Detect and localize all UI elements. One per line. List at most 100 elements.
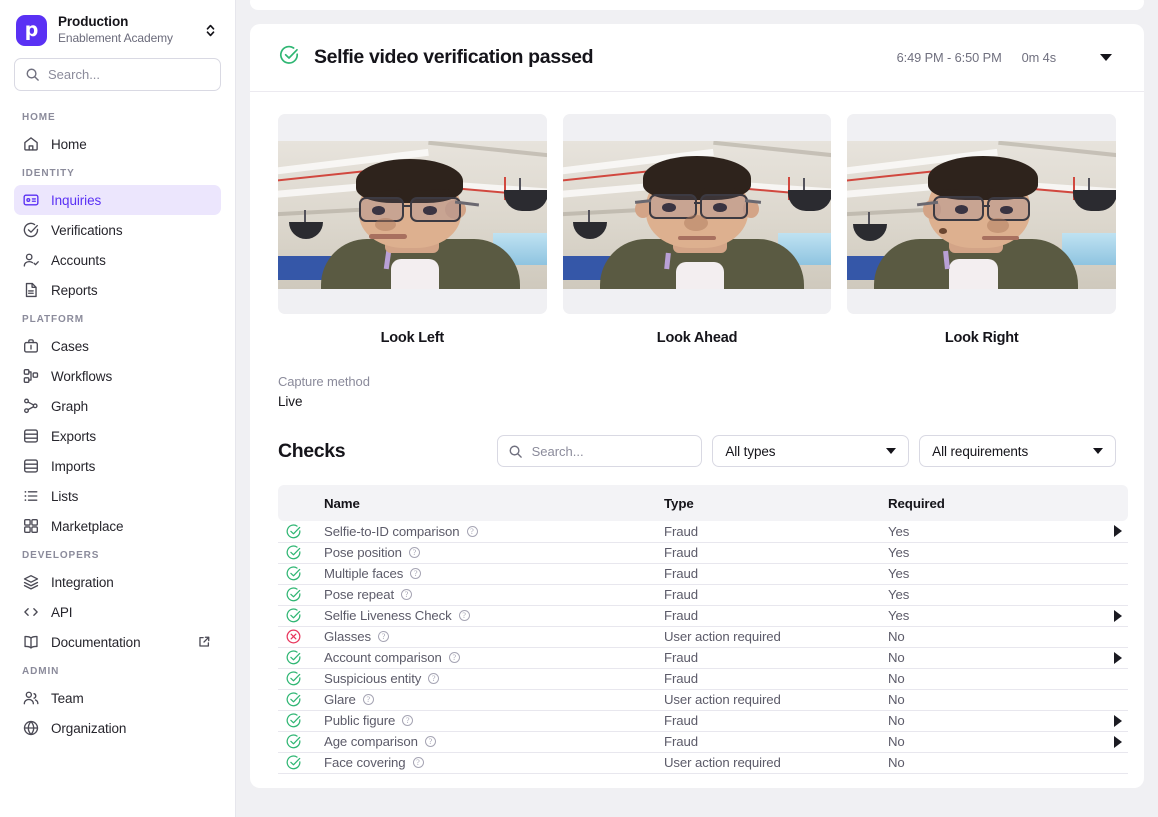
help-icon[interactable]: ? [402,715,414,726]
expand-row-icon[interactable] [1114,714,1122,727]
type-filter-select[interactable]: All types [712,435,910,467]
chevron-down-icon[interactable] [1100,54,1112,61]
sidebar-item-label: Workflows [51,368,113,384]
chevron-updown-icon[interactable] [204,23,219,38]
check-name: Suspicious entity [324,671,422,686]
table-row[interactable]: Selfie Liveness Check? Fraud Yes [278,605,1128,627]
capture-method-value: Live [278,394,303,409]
help-icon[interactable]: ? [466,525,478,537]
org-switcher[interactable]: p Production Enablement Academy [14,0,221,58]
sidebar-item-label: Organization [51,720,127,736]
sidebar-item-marketplace[interactable]: Marketplace [14,511,221,541]
table-row[interactable]: Face covering? User action required No [278,752,1128,774]
sidebar-search-input[interactable]: Search... [14,58,221,92]
table-row[interactable]: Glare? User action required No [278,689,1128,711]
search-icon [509,445,522,458]
photo-frame[interactable] [562,114,832,314]
grid-icon [24,519,38,534]
check-name: Selfie Liveness Check [324,608,452,623]
expand-row-icon[interactable] [1114,735,1122,748]
sidebar-item-workflows[interactable]: Workflows [14,361,221,391]
help-icon[interactable]: ? [362,694,374,705]
nav-section-platform: PLATFORM [22,314,85,326]
check-name: Glare [324,692,356,707]
requirement-filter-value: All requirements [932,443,1029,459]
photo-look-left: Look Left [278,114,547,346]
photo-frame[interactable] [278,114,547,314]
requirement-filter-select[interactable]: All requirements [919,435,1117,467]
table-row[interactable]: Account comparison? Fraud No [278,647,1128,669]
column-status [278,485,324,521]
help-icon[interactable]: ? [448,652,460,663]
expand-row-icon[interactable] [1114,609,1122,622]
help-icon[interactable]: ? [377,631,389,642]
app-root: p Production Enablement Academy Search..… [0,0,1158,817]
check-circle-icon [278,544,324,561]
checks-search-input[interactable]: Search... [496,435,703,467]
sidebar-item-integration[interactable]: Integration [14,567,221,597]
sidebar-item-exports[interactable]: Exports [14,421,221,451]
check-required: No [888,629,905,644]
help-icon[interactable]: ? [410,568,422,579]
table-row[interactable]: Age comparison? Fraud No [278,731,1128,753]
table-row[interactable]: Glasses? User action required No [278,626,1128,648]
check-type: Fraud [664,566,698,581]
sidebar-item-lists[interactable]: Lists [14,481,221,511]
check-type: Fraud [664,734,698,749]
table-header-row: Name Type Required [278,485,1128,521]
sidebar-item-organization[interactable]: Organization [14,713,221,743]
card-header[interactable]: Selfie video verification passed 6:49 PM… [250,24,1144,92]
expand-row-icon[interactable] [1114,525,1122,538]
table-row[interactable]: Pose repeat? Fraud Yes [278,584,1128,606]
check-type: Fraud [664,523,698,539]
sidebar-item-accounts[interactable]: Accounts [14,245,221,275]
photo-frame[interactable] [847,114,1117,314]
check-type: User action required [664,692,781,707]
user-check-icon [23,254,39,268]
check-required: No [888,713,905,728]
sidebar-search-placeholder: Search... [48,67,101,83]
help-icon[interactable]: ? [428,673,440,684]
list-icon [24,491,38,502]
sidebar-item-cases[interactable]: Cases [14,331,221,361]
check-required: Yes [888,566,910,581]
sidebar-item-label: Cases [51,338,89,354]
table-row[interactable]: Pose position? Fraud Yes [278,542,1128,564]
nav-section-admin: ADMIN [22,666,60,678]
sidebar-item-inquiries[interactable]: Inquiries [14,185,221,216]
sidebar-item-imports[interactable]: Imports [14,451,221,481]
check-required: Yes [888,608,910,623]
help-icon[interactable]: ? [458,610,470,621]
sidebar-item-graph[interactable]: Graph [14,391,221,421]
help-icon[interactable]: ? [412,757,424,768]
chevron-down-icon [1093,448,1104,454]
sidebar-item-home[interactable]: Home [14,129,221,159]
checks-table-body: Selfie-to-ID comparison? Fraud Yes Pose pos… [278,521,1128,774]
help-icon[interactable]: ? [408,547,420,558]
selfie-verification-card: Selfie video verification passed 6:49 PM… [250,24,1144,788]
column-required: Required [888,485,1088,521]
users-icon [23,692,39,705]
expand-row-icon[interactable] [1114,651,1122,664]
sidebar-item-reports[interactable]: Reports [14,275,221,305]
sidebar-item-team[interactable]: Team [14,683,221,713]
sidebar-item-documentation[interactable]: Documentation [14,627,221,657]
sidebar-item-api[interactable]: API [14,597,221,627]
help-icon[interactable]: ? [424,736,436,747]
check-name: Glasses [324,629,371,644]
check-circle-icon [278,754,324,771]
help-icon[interactable]: ? [401,589,413,600]
sidebar-nav: HOME Home IDENTITY Inquiries Verificatio… [14,103,221,817]
table-row[interactable]: Selfie-to-ID comparison? Fraud Yes [278,521,1128,543]
capture-method-block: Capture method Live [250,346,1144,409]
org-name: Production [58,14,129,29]
chevron-down-icon [886,448,897,454]
table-row[interactable]: Multiple faces? Fraud Yes [278,563,1128,585]
table-row[interactable]: Public figure? Fraud No [278,710,1128,732]
sidebar-item-verifications[interactable]: Verifications [14,215,221,245]
check-circle-icon [278,733,324,750]
check-required: No [888,692,905,707]
page-title: Selfie video verification passed [314,46,594,68]
check-name: Face covering [324,755,406,770]
table-row[interactable]: Suspicious entity? Fraud No [278,668,1128,690]
